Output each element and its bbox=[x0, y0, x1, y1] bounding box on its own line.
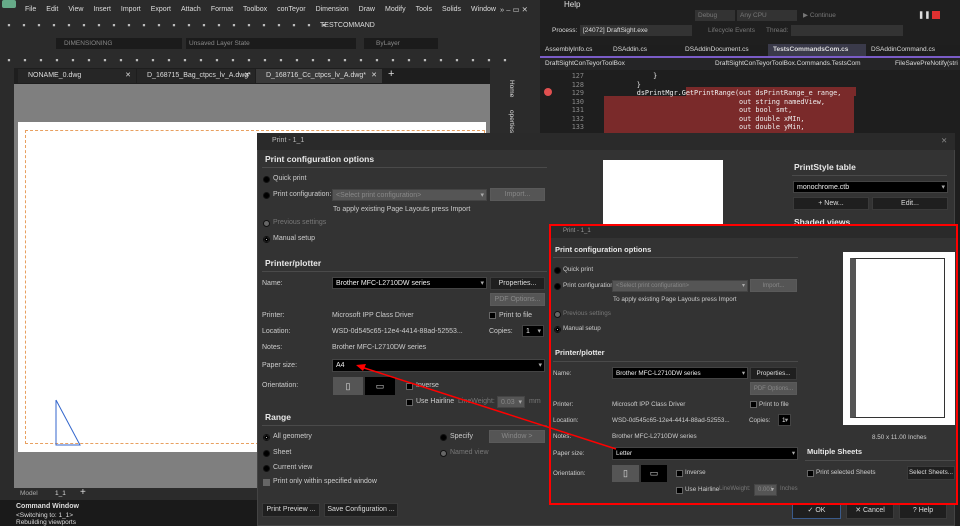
annotation-arrow bbox=[356, 364, 617, 450]
